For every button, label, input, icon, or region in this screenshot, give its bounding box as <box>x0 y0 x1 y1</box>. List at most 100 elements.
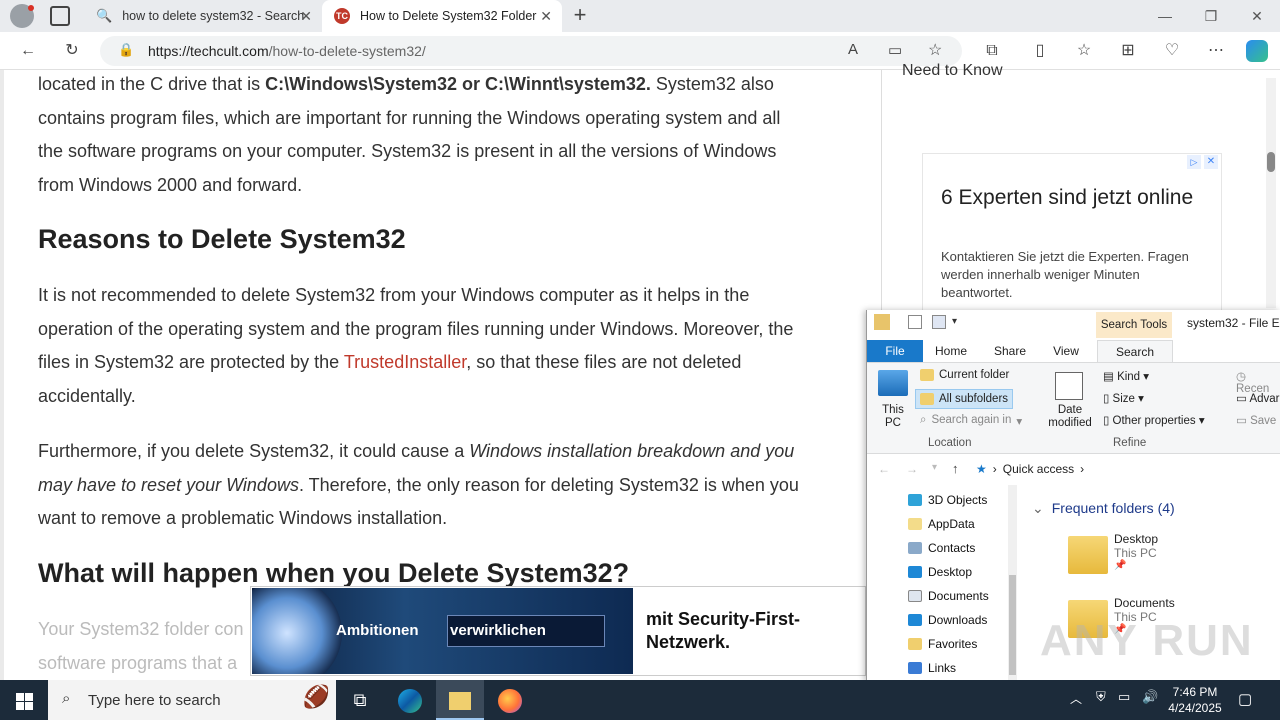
scrollbar-thumb[interactable] <box>1267 152 1275 172</box>
notifications-icon[interactable]: ▢ <box>1238 690 1252 708</box>
restore-icon[interactable]: ❐ <box>1188 0 1234 32</box>
file-explorer-taskbar-icon[interactable] <box>436 680 484 720</box>
more-menu-icon[interactable]: ⋯ <box>1202 38 1230 64</box>
desktop-icon <box>908 566 922 578</box>
start-button[interactable] <box>0 680 48 720</box>
read-aloud-icon[interactable]: A <box>848 41 858 58</box>
favorites-icon[interactable]: ☆ <box>1070 38 1098 64</box>
immersive-reader-icon[interactable]: ▭ <box>888 41 902 59</box>
trustedinstaller-link[interactable]: TrustedInstaller <box>344 352 466 372</box>
current-folder-button[interactable]: Current folder <box>920 369 1009 381</box>
kind-button[interactable]: ▤ Kind ▾ <box>1103 369 1149 383</box>
ribbon-tab-home[interactable]: Home <box>926 340 976 362</box>
frequent-folders-header[interactable]: ⌄ Frequent folders (4) <box>1032 500 1175 517</box>
performance-icon[interactable]: ♡ <box>1158 38 1186 64</box>
url-text[interactable]: https://techcult.com/how-to-delete-syste… <box>148 43 426 59</box>
label: Frequent folders (4) <box>1051 500 1175 516</box>
text: contains program files, which are import… <box>38 107 781 128</box>
techcult-favicon-icon: TC <box>334 8 350 24</box>
date-modified-button[interactable]: Date modified <box>1040 404 1100 430</box>
calendar-icon[interactable] <box>1055 372 1083 400</box>
tree-item-links[interactable]: Links <box>908 661 956 675</box>
all-subfolders-button[interactable]: All subfolders <box>915 389 1013 409</box>
tab-title: how to delete system32 - Search <box>122 9 305 23</box>
collections-icon[interactable]: ⊞ <box>1114 38 1142 64</box>
close-tab-icon[interactable]: ✕ <box>300 8 312 25</box>
ribbon-tab-file[interactable]: File <box>867 340 923 362</box>
ribbon-tab-share[interactable]: Share <box>986 340 1034 362</box>
label: All subfolders <box>939 393 1009 405</box>
taskbar-search[interactable]: ⌕ Type here to search 🏈 <box>48 680 336 720</box>
size-button[interactable]: ▯ Size ▾ <box>1103 391 1144 405</box>
sidebar-ad[interactable]: ▷ ✕ 6 Experten sind jetzt online Kontakt… <box>922 153 1222 313</box>
this-pc-icon[interactable] <box>878 370 908 396</box>
nav-up-icon[interactable]: ↑ <box>952 461 959 476</box>
qat-dropdown-icon[interactable]: ▾ <box>952 316 957 327</box>
recent-locations-icon[interactable]: ▾ <box>932 462 937 473</box>
favorites-icon <box>908 638 922 650</box>
explorer-breadcrumb[interactable]: ★ › Quick access › <box>976 462 1266 480</box>
tree-item-favorites[interactable]: Favorites <box>908 637 977 651</box>
advanced-options-button[interactable]: ▭ Advar <box>1236 391 1279 405</box>
tree-item-desktop[interactable]: Desktop <box>908 565 972 579</box>
folder-tile-desktop[interactable]: Desktop This PC 📌 <box>1114 532 1158 571</box>
show-hidden-icons-icon[interactable]: ︿ <box>1070 690 1082 707</box>
page-scrollbar[interactable] <box>1266 78 1276 308</box>
favorite-star-icon[interactable]: ☆ <box>928 40 942 60</box>
address-bar[interactable]: 🔒 https://techcult.com/how-to-delete-sys… <box>100 36 962 66</box>
nav-back-icon[interactable]: ← <box>878 462 890 476</box>
task-view-icon[interactable]: ⧉ <box>336 680 384 720</box>
tree-item-downloads[interactable]: Downloads <box>908 613 987 627</box>
volume-icon[interactable]: 🔊 <box>1142 689 1158 705</box>
tab-search[interactable]: 🔍 how to delete system32 - Search ✕ <box>84 0 322 32</box>
ribbon-tab-search[interactable]: Search <box>1097 340 1173 362</box>
folder-icon <box>908 518 922 530</box>
tab-techcult[interactable]: TC How to Delete System32 Folder in ✕ <box>322 0 562 32</box>
extensions-icon[interactable]: ⧉ <box>978 38 1006 64</box>
new-folder-icon[interactable] <box>932 315 946 329</box>
text: It is not recommended to delete System32… <box>38 285 750 305</box>
security-tray-icon[interactable]: ⛨ <box>1096 689 1106 705</box>
back-icon[interactable]: ← <box>14 38 42 64</box>
heading-what-happens: What will happen when you Delete System3… <box>38 558 630 588</box>
ad-close-icon[interactable]: ✕ <box>1204 155 1218 169</box>
label: Save <box>1250 415 1277 427</box>
tree-item-documents[interactable]: Documents <box>908 589 989 603</box>
kind-icon: ▤ <box>1103 371 1118 383</box>
desktop-folder-icon[interactable] <box>1068 536 1108 574</box>
adchoices-icon[interactable]: ▷ <box>1187 155 1201 169</box>
italic-text: Windows installation breakdown and you <box>469 441 795 461</box>
copilot-icon[interactable] <box>1246 40 1268 62</box>
breadcrumb-label: Quick access <box>1002 462 1075 476</box>
ad-title: 6 Experten sind jetzt online <box>941 186 1194 209</box>
firefox-taskbar-icon[interactable] <box>486 680 534 720</box>
tree-scrollbar[interactable] <box>1008 485 1017 682</box>
other-properties-button[interactable]: ▯ Other properties ▾ <box>1103 413 1205 427</box>
properties-icon[interactable] <box>908 315 922 329</box>
tree-item-contacts[interactable]: Contacts <box>908 541 975 555</box>
label: 3D Objects <box>928 493 988 507</box>
ad-text-2: verwirklichen <box>450 622 546 639</box>
split-screen-icon[interactable]: ▯ <box>1026 38 1054 64</box>
refresh-icon[interactable]: ↻ <box>58 38 86 64</box>
ribbon-tab-view[interactable]: View <box>1044 340 1088 362</box>
folder-name: Desktop <box>1114 532 1159 546</box>
minimize-icon[interactable]: — <box>1142 0 1188 32</box>
tree-item-3d-objects[interactable]: 3D Objects <box>908 493 987 507</box>
search-again-button[interactable]: ⌕ Search again in ▾ <box>920 414 1022 428</box>
clock-date: 4/24/2025 <box>1168 701 1222 715</box>
clock[interactable]: 7:46 PM 4/24/2025 <box>1166 684 1224 716</box>
tree-scroll-thumb[interactable] <box>1009 575 1016 675</box>
new-tab-icon[interactable]: + <box>568 4 592 28</box>
nav-forward-icon[interactable]: → <box>906 462 918 476</box>
edge-taskbar-icon[interactable] <box>386 680 434 720</box>
this-pc-label[interactable]: This PC <box>881 404 905 430</box>
tab-actions-icon[interactable] <box>50 6 70 26</box>
label: Documents <box>928 589 989 603</box>
tree-item-appdata[interactable]: AppData <box>908 517 975 531</box>
save-search-button[interactable]: ▭ Save <box>1236 413 1276 427</box>
close-window-icon[interactable]: ✕ <box>1234 0 1280 32</box>
lock-icon[interactable]: 🔒 <box>118 42 134 58</box>
network-icon[interactable]: ▭ <box>1118 689 1130 705</box>
close-tab-icon[interactable]: ✕ <box>540 8 552 25</box>
